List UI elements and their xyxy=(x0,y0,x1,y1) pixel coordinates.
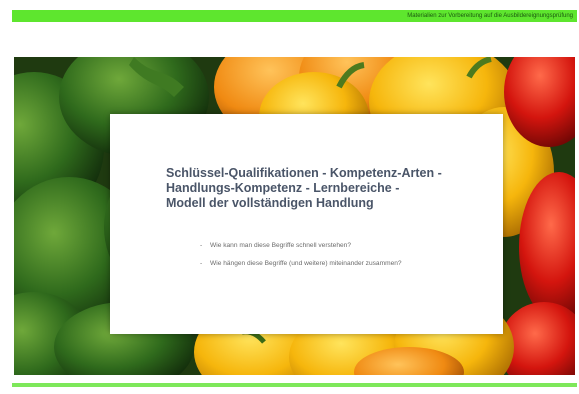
bullet-item: - Wie kann man diese Begriffe schnell ver… xyxy=(200,241,430,252)
top-header-bar: Materialien zur Vorbereitung auf die Aus… xyxy=(12,10,577,22)
bullet-list: - Wie kann man diese Begriffe schnell ver… xyxy=(200,241,430,276)
bullet-marker: - xyxy=(200,242,203,249)
bullet-text: Wie hängen diese Begriffe (und weitere) … xyxy=(210,259,402,267)
bullet-marker: - xyxy=(200,259,203,267)
bottom-accent-bar xyxy=(12,383,577,387)
headline-line-2: Handlungs-Kompetenz - Lernbereiche - xyxy=(166,181,400,195)
bullet-text: Wie kann man diese Begriffe schnell vers… xyxy=(210,242,351,249)
header-strip-text: Materialien zur Vorbereitung auf die Aus… xyxy=(407,13,573,19)
headline-line-1: Schlüssel-Qualifikationen - Kompetenz-Ar… xyxy=(166,166,442,180)
slide-content-card: Schlüssel-Qualifikationen - Kompetenz-Ar… xyxy=(110,114,503,334)
bullet-item: - Wie hängen diese Begriffe (und weitere)… xyxy=(200,259,430,270)
slide-headline: Schlüssel-Qualifikationen - Kompetenz-Ar… xyxy=(166,166,486,211)
headline-line-3: Modell der vollständigen Handlung xyxy=(166,196,374,210)
